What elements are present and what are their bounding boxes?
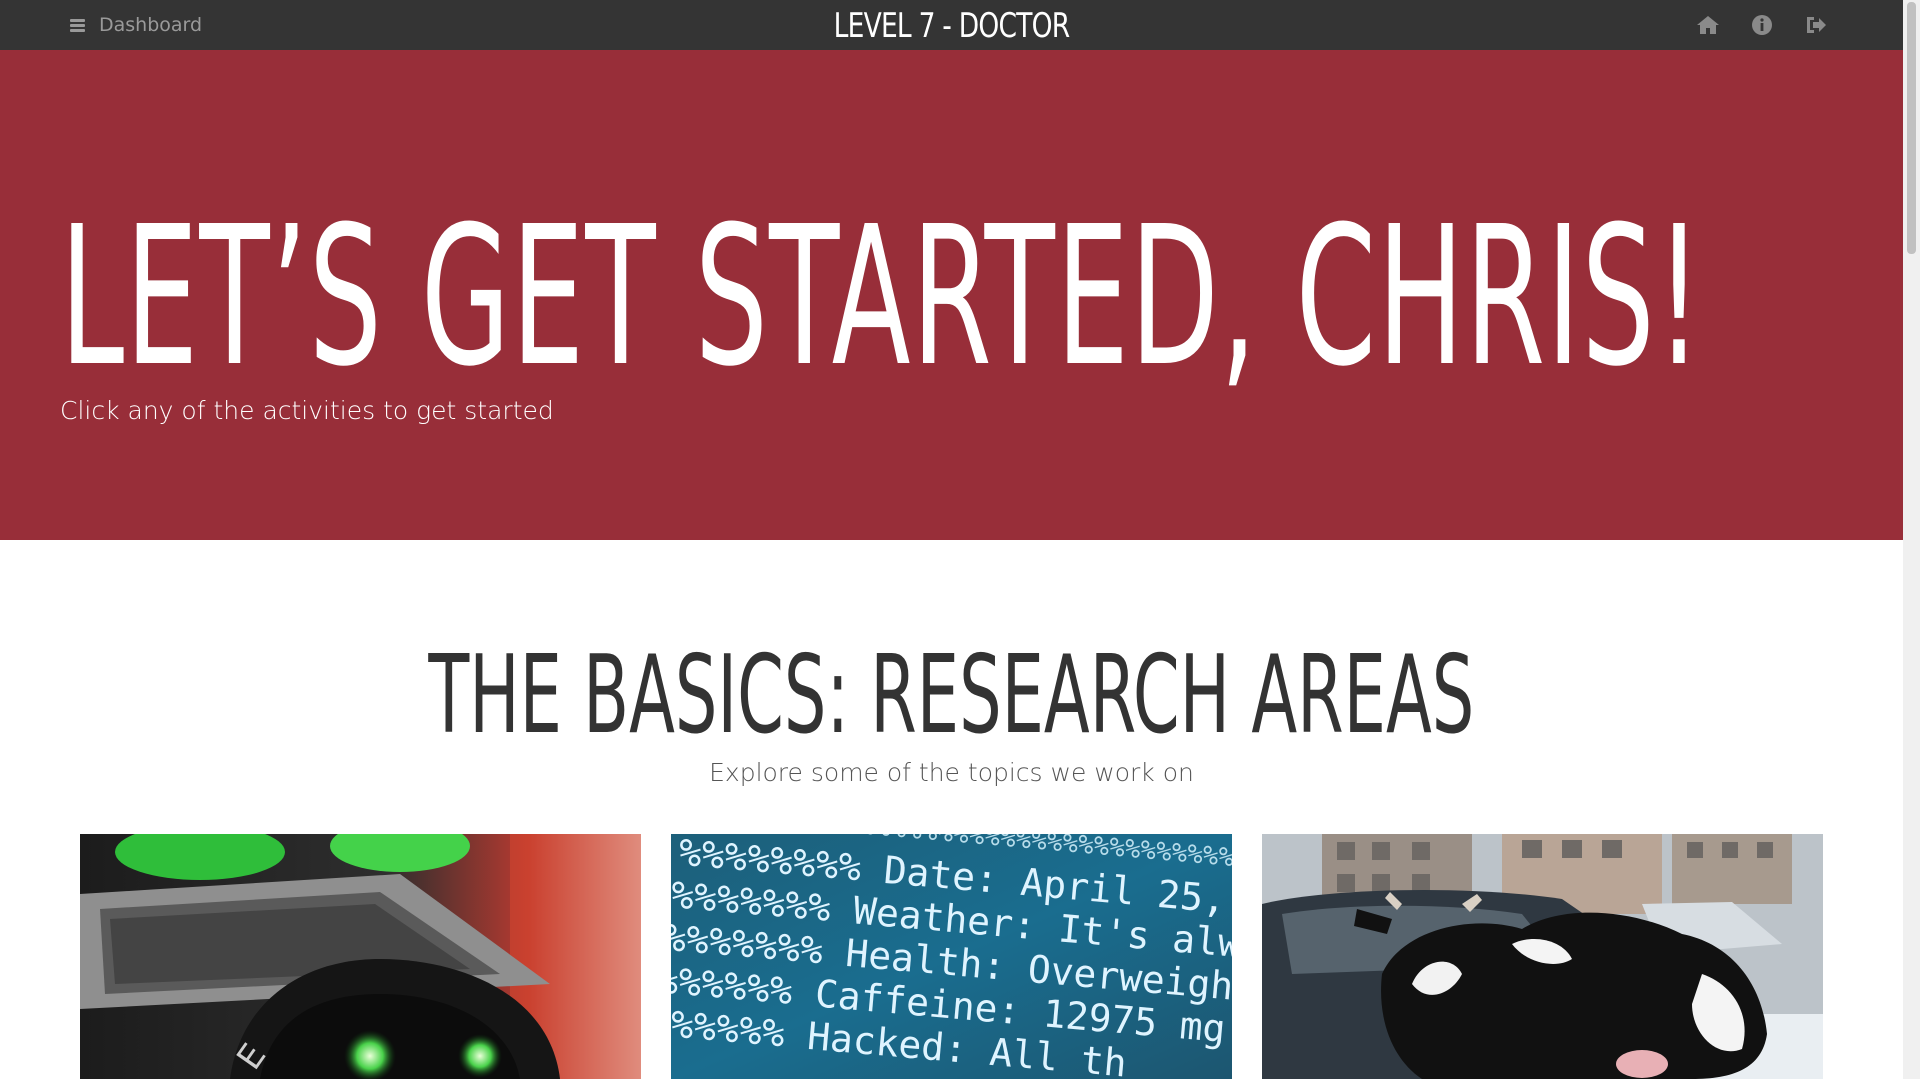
research-card-vr[interactable]: E — [80, 834, 641, 1079]
terminal-text-image: %%%%%%%%%%%%%%%%%%%%%%%%%%%%%%%%%%%%% %%… — [671, 834, 1232, 1079]
scrollbar-thumb[interactable] — [1907, 2, 1916, 254]
welcome-hero: LET’S GET STARTED, CHRIS! Click any of t… — [0, 50, 1903, 540]
dashboard-menu-label[interactable]: Dashboard — [99, 14, 202, 36]
section-title: THE BASICS: RESEARCH AREAS — [428, 633, 1475, 758]
hero-subtitle: Click any of the activities to get start… — [60, 396, 554, 425]
sign-out-icon[interactable] — [1804, 13, 1828, 37]
research-card-cow[interactable] — [1262, 834, 1823, 1079]
cow-on-car-image — [1262, 834, 1823, 1079]
page-scrollbar[interactable] — [1903, 0, 1920, 1079]
info-icon[interactable] — [1750, 13, 1774, 37]
section-subtitle: Explore some of the topics we work on — [709, 758, 1194, 787]
hamburger-menu-icon[interactable] — [70, 18, 85, 32]
dashboard-menu-toggle[interactable]: Dashboard — [70, 0, 202, 50]
research-card-terminal[interactable]: %%%%%%%%%%%%%%%%%%%%%%%%%%%%%%%%%%%%% %%… — [671, 834, 1232, 1079]
level-title: LEVEL 7 - DOCTOR — [833, 6, 1071, 46]
hero-title: LET’S GET STARTED, CHRIS! — [60, 186, 1704, 409]
vr-headset-laptop-image: E — [80, 834, 641, 1079]
navbar-actions — [1696, 0, 1828, 50]
home-icon[interactable] — [1696, 13, 1720, 37]
top-navbar: Dashboard LEVEL 7 - DOCTOR — [0, 0, 1903, 50]
